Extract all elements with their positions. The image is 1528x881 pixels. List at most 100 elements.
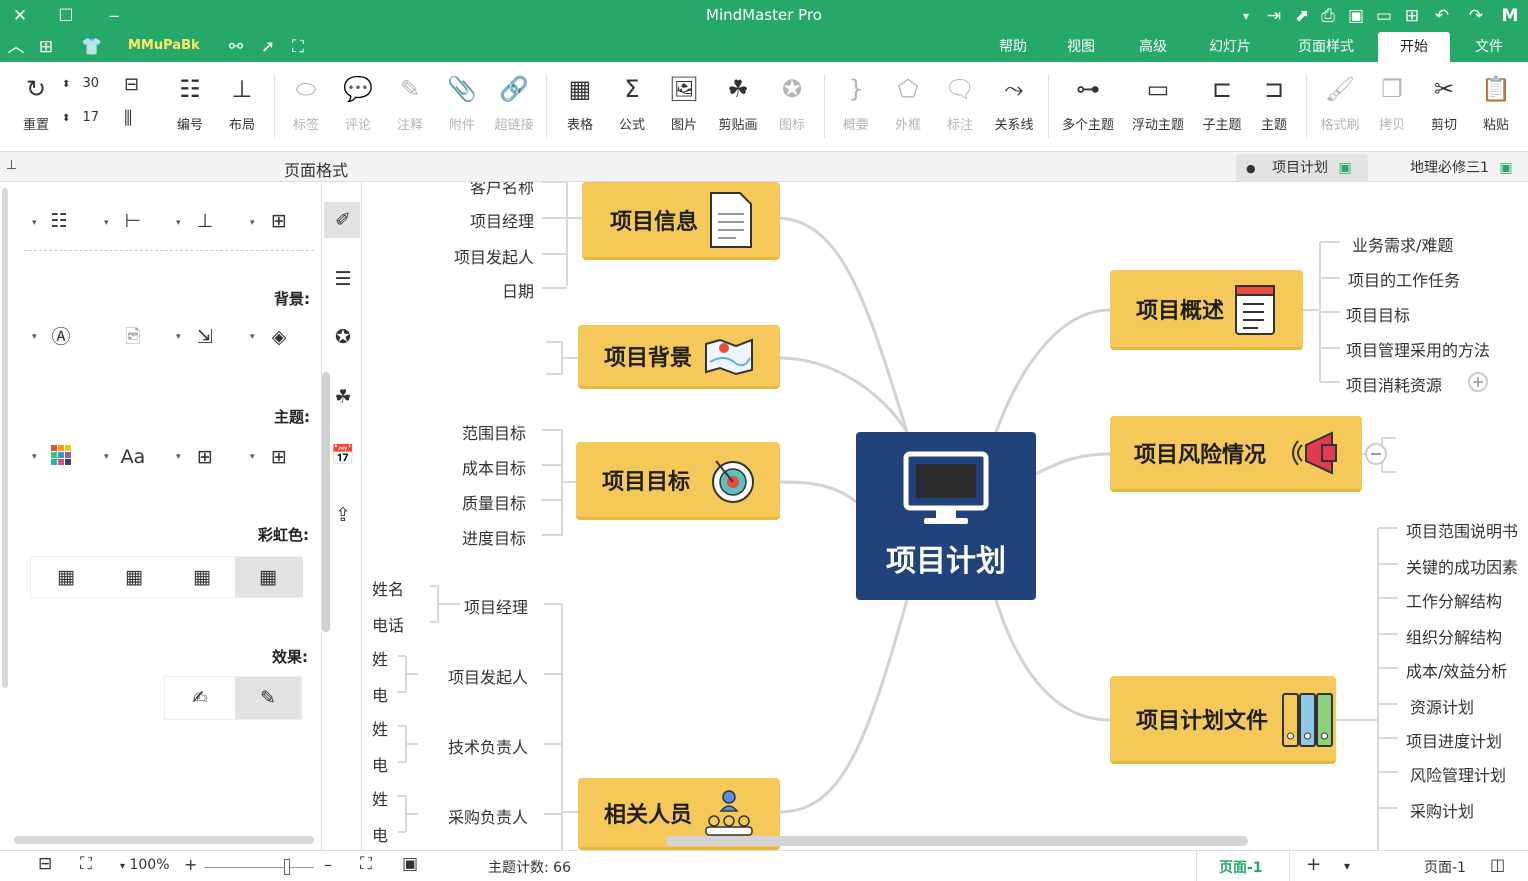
save-icon[interactable]: ▣ bbox=[1344, 4, 1368, 28]
detail-node[interactable]: 电话 bbox=[372, 612, 404, 636]
hyperlink-button[interactable]: 🔗 超链接 bbox=[488, 72, 540, 142]
fullscreen-icon[interactable]: ⛶ bbox=[360, 854, 372, 874]
subtopic[interactable]: 项目的工作任务 bbox=[1348, 267, 1460, 291]
topic-project-goals[interactable]: 项目目标 bbox=[576, 442, 780, 520]
doc-tab-project-plan[interactable]: ● 项目计划 ▣ bbox=[1236, 154, 1368, 182]
chevron-down-icon[interactable]: ▾ bbox=[250, 218, 255, 228]
topic-project-info[interactable]: 项目信息 bbox=[582, 182, 780, 260]
tab-help[interactable]: 帮助 bbox=[990, 32, 1036, 62]
topic-project-risks[interactable]: 项目风险情况 bbox=[1110, 416, 1362, 492]
numbering-style-icon[interactable]: ☷ bbox=[46, 208, 72, 234]
attachment-button[interactable]: 📎 附件 bbox=[436, 72, 488, 142]
floating-topic-button[interactable]: ▭ 浮动主题 bbox=[1126, 72, 1190, 142]
chevron-down-icon[interactable]: ▾ bbox=[104, 452, 109, 462]
chevron-down-icon[interactable]: ▾ bbox=[1344, 859, 1350, 873]
presentation-icon[interactable]: ▣ bbox=[402, 854, 418, 874]
cut-button[interactable]: ✂ 剪切 bbox=[1418, 72, 1470, 142]
canvas-vertical-scrollbar[interactable] bbox=[322, 372, 330, 632]
topic-project-background[interactable]: 项目背景 bbox=[578, 325, 780, 389]
subtopic[interactable]: 项目管理采用的方法 bbox=[1346, 337, 1490, 361]
tab-view[interactable]: 视图 bbox=[1058, 32, 1104, 62]
text-style-icon[interactable]: Ⓐ bbox=[48, 324, 74, 350]
subtopic[interactable]: 业务需求/难题 bbox=[1352, 232, 1453, 256]
tab-slides[interactable]: 幻灯片 bbox=[1200, 32, 1260, 62]
add-page-icon[interactable]: + bbox=[1306, 854, 1321, 875]
doc-tab-geography[interactable]: 地理必修三1 ▣ bbox=[1400, 154, 1528, 182]
zoom-slider-handle[interactable] bbox=[284, 859, 290, 875]
rainbow-grid-icon[interactable]: ▦ bbox=[121, 564, 147, 590]
subtopic[interactable]: 项目经理 bbox=[464, 594, 528, 618]
open-icon[interactable]: ▭ bbox=[1372, 4, 1396, 28]
topic-button[interactable]: ⊐ 主题 bbox=[1248, 72, 1300, 142]
color-palette-icon[interactable] bbox=[48, 444, 74, 470]
subtopic[interactable]: 客户名称 bbox=[470, 182, 534, 198]
fit-page-icon[interactable]: ⊟ bbox=[38, 854, 52, 874]
table-button[interactable]: ▦ 表格 bbox=[554, 72, 606, 142]
detail-node[interactable]: 电 bbox=[372, 752, 388, 776]
clipart-button[interactable]: ☘ 剪贴画 bbox=[712, 72, 764, 142]
pin-icon[interactable]: ⊥ bbox=[6, 158, 17, 173]
copy-button[interactable]: ❐ 拷贝 bbox=[1366, 72, 1418, 142]
apps-icon[interactable]: ⊞ bbox=[34, 35, 58, 59]
page-tab[interactable]: 页面-1 bbox=[1424, 857, 1466, 877]
export-icon[interactable]: ⇥ bbox=[1262, 4, 1286, 28]
zoom-out-icon[interactable]: – bbox=[324, 855, 332, 874]
tab-advanced[interactable]: 高级 bbox=[1130, 32, 1176, 62]
upload-icon[interactable]: ⇪ bbox=[330, 502, 356, 528]
collapse-ribbon-icon[interactable]: ︿ bbox=[4, 35, 28, 59]
subtopic[interactable]: 工作分解结构 bbox=[1406, 588, 1502, 612]
topic-plan-documents[interactable]: 项目计划文件 bbox=[1110, 676, 1336, 764]
zoom-in-icon[interactable]: + bbox=[184, 855, 197, 874]
note-button[interactable]: ✎ 注释 bbox=[384, 72, 436, 142]
subtopic[interactable]: 采购负责人 bbox=[448, 804, 528, 828]
theme-shirt-icon[interactable]: 👕 bbox=[80, 35, 104, 59]
formula-button[interactable]: Σ 公式 bbox=[606, 72, 658, 142]
zoom-level[interactable]: ▾ 100% bbox=[120, 857, 170, 873]
hand-drawn-icon[interactable]: ✍ bbox=[187, 685, 213, 711]
layout-button[interactable]: ⊥ 布局 bbox=[216, 72, 268, 142]
structure-grid-icon[interactable]: ⊞ bbox=[266, 208, 292, 234]
subtopic[interactable]: 项目目标 bbox=[1346, 302, 1410, 326]
fullscreen-icon[interactable]: ⛶ bbox=[286, 35, 310, 59]
outline-list-icon[interactable]: ☰ bbox=[330, 266, 356, 292]
subtopic-button[interactable]: ⊏ 子主题 bbox=[1196, 72, 1248, 142]
subtopic[interactable]: 成本/效益分析 bbox=[1406, 658, 1507, 682]
multiple-topics-button[interactable]: ⊶ 多个主题 bbox=[1058, 72, 1118, 142]
task-calendar-icon[interactable]: 📅 bbox=[330, 442, 356, 468]
background-image-icon[interactable]: 🖻 bbox=[120, 324, 146, 350]
subtopic[interactable]: 关键的成功因素 bbox=[1406, 554, 1518, 578]
numbering-button[interactable]: ☷ 编号 bbox=[164, 72, 216, 142]
redo-icon[interactable]: ↷ bbox=[1464, 4, 1488, 28]
subtopic[interactable]: 风险管理计划 bbox=[1410, 762, 1506, 786]
user-account[interactable]: MMuPaBk bbox=[128, 38, 200, 53]
subtopic[interactable]: 进度目标 bbox=[462, 525, 526, 549]
tab-page-style[interactable]: 页面样式 bbox=[1290, 32, 1362, 62]
theme-grid-icon[interactable]: ⊞ bbox=[266, 444, 292, 470]
quick-access-dropdown-icon[interactable]: ▾ bbox=[1234, 4, 1258, 28]
subtopic[interactable]: 项目发起人 bbox=[454, 244, 534, 268]
panel-horizontal-scrollbar[interactable] bbox=[14, 836, 314, 844]
spacing-spinner-bottom[interactable]: ⬍ 17 ⫼ bbox=[62, 108, 132, 132]
clipart-clover-icon[interactable]: ☘ bbox=[330, 384, 356, 410]
rainbow-grid-icon[interactable]: ▦ bbox=[255, 564, 281, 590]
detail-node[interactable]: 姓 bbox=[372, 786, 388, 810]
connector-style-icon[interactable]: ⊢ bbox=[120, 208, 146, 234]
connect-icon[interactable]: ⚯ bbox=[224, 35, 248, 59]
page-tab-active[interactable]: 页面-1 bbox=[1196, 851, 1290, 881]
font-aa-icon[interactable]: Aa bbox=[120, 444, 146, 470]
undo-icon[interactable]: ↶ bbox=[1430, 4, 1454, 28]
close-dot-icon[interactable]: ● bbox=[1246, 162, 1256, 175]
detail-node[interactable]: 姓 bbox=[372, 716, 388, 740]
subtopic[interactable]: 项目进度计划 bbox=[1406, 728, 1502, 752]
subtopic[interactable]: 技术负责人 bbox=[448, 734, 528, 758]
central-topic[interactable]: 项目计划 bbox=[856, 432, 1036, 600]
spinner-arrows-icon[interactable]: ⬍ bbox=[62, 113, 70, 124]
page-panel-icon[interactable]: ◫ bbox=[1490, 855, 1505, 874]
mindmap-canvas[interactable]: 项目计划 项目信息 项目背景 项目目标 相关人员 客户名称 项目经理 项目发起人… bbox=[362, 182, 1528, 850]
theme-layout-icon[interactable]: ⊞ bbox=[192, 444, 218, 470]
chevron-down-icon[interactable]: ▾ bbox=[250, 332, 255, 342]
subtopic[interactable]: 资源计划 bbox=[1410, 694, 1474, 718]
rainbow-grid-icon[interactable]: ▦ bbox=[53, 564, 79, 590]
detail-node[interactable]: 姓 bbox=[372, 646, 388, 670]
subtopic[interactable]: 成本目标 bbox=[462, 455, 526, 479]
